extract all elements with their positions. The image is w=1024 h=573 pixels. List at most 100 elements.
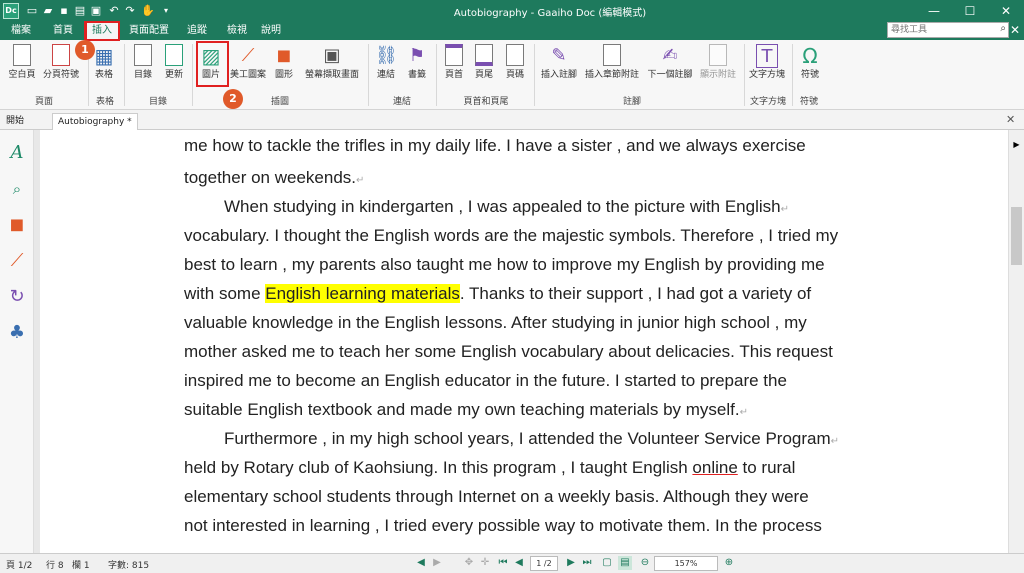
group-label-symbol: 符號 [799,97,818,107]
footer-button[interactable]: 頁尾 [470,42,498,92]
blank-page-button[interactable]: 空白頁 [6,42,38,92]
doc-line: valuable knowledge in the English lesson… [184,313,807,332]
structure-icon[interactable]: ♣ [6,322,28,344]
fit-page-icon[interactable]: ▢ [600,556,614,570]
doc-line: best to learn , my parents also taught m… [184,255,825,274]
doc-line: When studying in kindergarten , I was ap… [224,197,789,216]
close-icon[interactable]: ✕ [988,0,1024,22]
customize-toolbar-icon[interactable]: ▾ [158,3,174,19]
zoom-select[interactable]: 157% [654,556,718,571]
new-icon[interactable]: ▭ [24,3,40,19]
minimize-icon[interactable]: — [916,0,952,22]
link-icon: ⛓ [375,45,398,66]
document-tab-strip: 開始 Autobiography * ✕ [0,110,1024,143]
redo-icon[interactable]: ↷ [122,3,138,19]
menu-help[interactable]: 說明 [254,23,288,40]
window-title: Autobiography - Gaaiho Doc (編輯模式) [453,8,647,19]
first-page-icon[interactable]: ⏮ [496,556,510,570]
update-button[interactable]: 更新 [160,42,188,92]
next-footnote-icon: ✍ [662,45,678,66]
search-icon[interactable]: ⌕ [1000,23,1006,34]
page-number-input[interactable]: 1 /2 [530,556,558,571]
maximize-icon[interactable]: ☐ [952,0,988,22]
open-icon[interactable]: ▰ [40,3,56,19]
menu-review[interactable]: 追蹤 [180,23,214,40]
update-icon [163,44,185,68]
omega-icon: Ω [802,44,818,68]
save-icon[interactable]: ▪ [56,3,72,19]
document-page[interactable]: me how to tackle the trifles in my daily… [40,130,1008,553]
forward-icon[interactable]: ▶ [430,556,444,570]
header-icon [443,44,465,68]
menu-bar: 檔案 首頁 插入 頁面配置 追蹤 檢視 說明 [0,21,1024,42]
clip-art-button[interactable]: ⟋ 美工圖案 [228,42,268,92]
hand-tool-icon[interactable]: ✋ [140,3,156,19]
screenshot-button[interactable]: ▣ 螢幕擷取畫面 [300,42,364,92]
paragraph-mark: ↵ [780,204,789,215]
insert-footnote-button[interactable]: ✎ 插入註腳 [538,42,580,92]
hand-icon[interactable]: ✥ [462,556,476,570]
undo-icon[interactable]: ↶ [106,3,122,19]
text-tool-icon[interactable]: A [6,142,28,164]
doc-line: with some English learning materials. Th… [184,284,812,303]
history-icon[interactable]: ↻ [6,286,28,308]
last-page-icon[interactable]: ⏭ [580,556,594,570]
link-button[interactable]: ⛓ 連結 [372,42,400,92]
group-label-footnotes: 註腳 [622,97,641,107]
header-button[interactable]: 頁首 [440,42,468,92]
group-label-table: 表格 [95,97,114,107]
footnote-icon: ✎ [551,45,567,66]
scroll-thumb[interactable] [1011,207,1022,265]
spellcheck-word[interactable]: online [692,458,737,477]
doc-line: me how to tackle the trifles in my daily… [184,136,806,155]
doc-line: Furthermore , in my high school years, I… [224,429,840,448]
menu-view[interactable]: 檢視 [220,23,254,40]
toc-button[interactable]: 目錄 [128,42,158,92]
close-document-icon[interactable]: ✕ [1006,113,1015,126]
doc-line: mother asked me to teach her some Englis… [184,342,833,361]
back-icon[interactable]: ◀ [414,556,428,570]
highlighted-text[interactable]: English learning materials [265,284,460,303]
zoom-in-icon[interactable]: ⊕ [722,556,736,570]
doc-line: together on weekends.↵ [184,168,365,187]
ribbon-close-icon[interactable]: ✕ [1010,23,1020,37]
toc-icon [132,44,154,68]
prev-page-icon[interactable]: ◀ [512,556,526,570]
text-box-button[interactable]: T 文字方塊 [746,42,788,92]
search-document-icon[interactable]: ⌕ [6,178,28,200]
insert-endnote-button[interactable]: 插入章節附註 [582,42,642,92]
magic-wand-panel-icon[interactable]: ⟋ [6,250,28,272]
tab-start[interactable]: 開始 [6,113,24,130]
print-preview-icon[interactable]: ▣ [88,3,104,19]
magic-wand-icon: ⟋ [241,45,255,66]
show-notes-button[interactable]: 顯示附註 [698,42,738,92]
paragraph-mark: ↵ [356,175,365,186]
fit-width-icon[interactable]: ▤ [618,556,632,570]
tool-search-input[interactable] [888,23,988,37]
app-icon[interactable]: Dc [3,3,19,19]
bookmark-button[interactable]: ⚑ 書籤 [402,42,432,92]
next-page-icon[interactable]: ▶ [564,556,578,570]
pin-icon[interactable]: ✛ [478,556,492,570]
menu-page-layout[interactable]: 頁面配置 [126,23,172,40]
scroll-up-icon[interactable]: ▶ [1009,138,1024,152]
print-icon[interactable]: ▤ [72,3,88,19]
status-column: 欄 1 [72,561,90,571]
tab-autobiography[interactable]: Autobiography * ✕ [52,113,138,143]
menu-home[interactable]: 首頁 [46,23,80,40]
group-label-textbox: 文字方塊 [749,97,786,107]
picture-button-highlight [196,41,229,87]
zoom-out-icon[interactable]: ⊖ [638,556,652,570]
text-box-icon: T [756,44,778,68]
shape-button[interactable]: ◼ 圖形 [270,42,298,92]
bookmark-icon: ⚑ [408,45,426,66]
paragraph-mark: ↵ [739,407,749,418]
group-label-toc: 目錄 [148,97,167,107]
menu-file[interactable]: 檔案 [4,23,38,40]
shapes-panel-icon[interactable]: ◼ [6,214,28,236]
vertical-scrollbar[interactable]: ▶ [1008,130,1024,553]
tool-search-box[interactable]: ⌕ [887,22,1009,38]
next-footnote-button[interactable]: ✍ 下一個註腳 [644,42,696,92]
symbol-button[interactable]: Ω 符號 [796,42,824,92]
page-number-button[interactable]: 頁碼 [500,42,530,92]
